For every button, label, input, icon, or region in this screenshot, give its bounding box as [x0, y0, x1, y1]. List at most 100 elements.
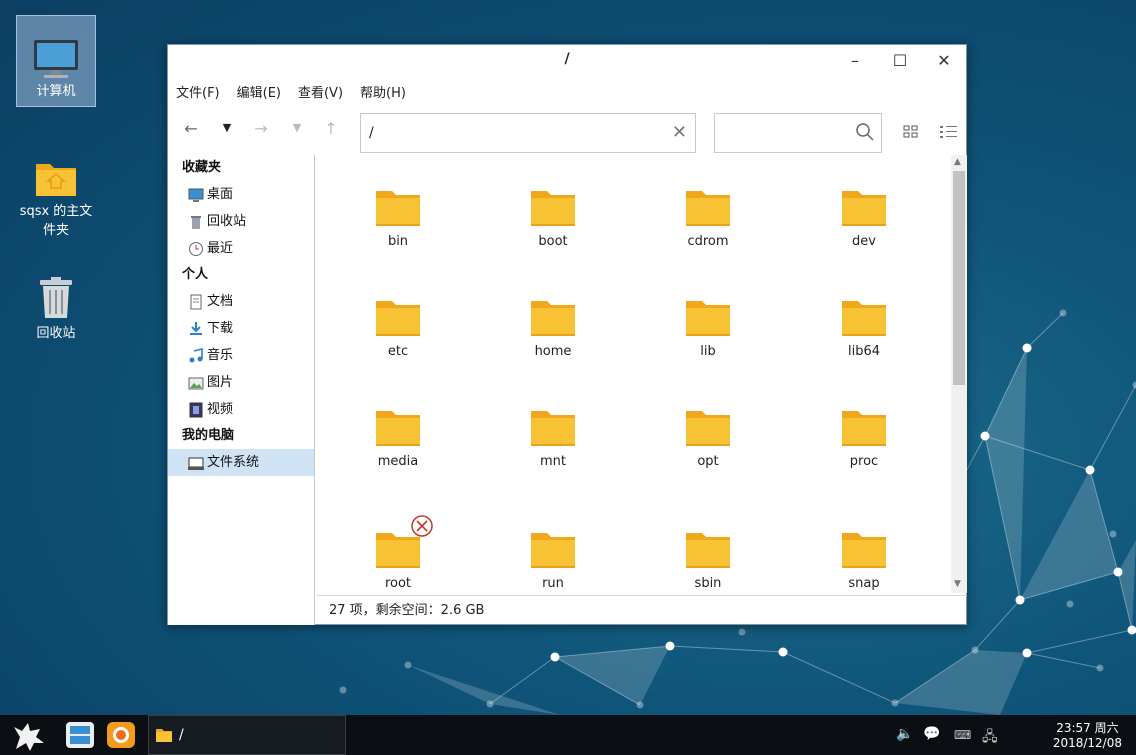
path-text: / — [369, 125, 374, 141]
folder-icon — [842, 533, 886, 568]
start-menu-icon[interactable] — [12, 719, 48, 753]
sidebar-item-label: 下载 — [207, 321, 234, 336]
file-item[interactable]: boot — [493, 188, 613, 249]
file-item[interactable]: lib64 — [804, 298, 924, 359]
file-item[interactable]: home — [493, 298, 613, 359]
history-dropdown-icon[interactable]: ▼ — [216, 121, 238, 134]
menu-file[interactable]: 文件(F) — [176, 82, 220, 101]
video-icon — [189, 402, 203, 417]
file-name: sbin — [694, 576, 722, 591]
desktop-icon-home-folder[interactable]: sqsx 的主文件夹 — [16, 158, 96, 240]
trash-icon — [40, 277, 72, 318]
desktop-icon-trash[interactable]: 回收站 — [16, 276, 96, 343]
folder-icon — [531, 411, 575, 446]
desktop-icon-label: 回收站 — [36, 326, 76, 341]
up-arrow-icon[interactable]: ↑ — [320, 119, 342, 138]
keyboard-icon[interactable]: ⌨ — [954, 728, 971, 742]
scroll-down-icon[interactable]: ▼ — [954, 579, 961, 589]
desktop-icon-computer[interactable]: 计算机 — [16, 15, 96, 107]
list-view-icon[interactable] — [940, 125, 958, 139]
sidebar-item-label: 音乐 — [207, 348, 234, 363]
scrollbar-thumb[interactable] — [953, 171, 965, 385]
sidebar-item[interactable]: 桌面 — [168, 181, 314, 208]
file-name: etc — [387, 344, 409, 359]
forward-dropdown-icon[interactable]: ▼ — [286, 121, 308, 134]
file-name: lib — [700, 344, 716, 359]
home-folder-icon — [36, 164, 76, 196]
file-item[interactable]: dev — [804, 188, 924, 249]
file-name: root — [384, 576, 412, 591]
sidebar-item-label: 回收站 — [207, 214, 247, 229]
sidebar-item[interactable]: 音乐 — [168, 342, 314, 369]
forward-arrow-icon[interactable]: → — [250, 119, 272, 138]
file-item[interactable]: root — [338, 515, 458, 591]
file-name: proc — [849, 454, 879, 469]
file-item[interactable]: mnt — [493, 408, 613, 469]
no-access-icon — [411, 515, 433, 537]
status-bar: 27 项，剩余空间：2.6 GB — [317, 595, 967, 625]
file-item[interactable]: sbin — [648, 530, 768, 591]
back-arrow-icon[interactable]: ← — [180, 119, 202, 138]
file-manager-launcher-icon[interactable] — [65, 721, 95, 749]
folder-icon — [376, 301, 420, 336]
folder-icon — [531, 191, 575, 226]
file-item[interactable]: snap — [804, 530, 924, 591]
path-input[interactable]: / ✕ — [360, 113, 696, 153]
sidebar-section-header: 收藏夹 — [182, 160, 222, 175]
folder-icon — [531, 301, 575, 336]
sidebar-item[interactable]: 回收站 — [168, 208, 314, 235]
vertical-scrollbar[interactable]: ▲ ▼ — [951, 155, 967, 593]
sidebar-item[interactable]: 文件系统 — [168, 449, 314, 476]
clock-time: 23:57 周六 — [1056, 721, 1119, 735]
sidebar-section-header: 我的电脑 — [182, 428, 235, 443]
clear-path-icon[interactable]: ✕ — [672, 122, 687, 143]
folder-icon — [531, 533, 575, 568]
desktop-icon-label: 计算机 — [36, 84, 76, 99]
picture-icon — [188, 377, 204, 389]
menu-bar: 文件(F) 编辑(E) 查看(V) 帮助(H) — [168, 77, 966, 105]
sidebar-item[interactable]: 视频 — [168, 396, 314, 423]
sidebar-section-header: 个人 — [182, 267, 209, 282]
taskbar-window-file-manager[interactable]: / — [148, 715, 346, 755]
file-name: home — [534, 344, 572, 359]
title-bar[interactable]: / – ☐ ✕ — [168, 45, 966, 77]
file-item[interactable]: run — [493, 530, 613, 591]
search-input[interactable] — [714, 113, 882, 153]
sidebar-item-label: 视频 — [207, 402, 234, 417]
wechat-icon[interactable]: 💬 — [923, 726, 940, 742]
folder-icon — [376, 191, 420, 226]
folder-icon — [686, 411, 730, 446]
icon-view-icon[interactable] — [903, 125, 919, 139]
taskbar-window-title: / — [179, 727, 184, 743]
file-manager-window: / – ☐ ✕ 文件(F) 编辑(E) 查看(V) 帮助(H) ← ▼ → ▼ … — [167, 44, 967, 625]
drive-icon — [188, 457, 204, 470]
firefox-launcher-icon[interactable] — [106, 721, 136, 749]
close-button[interactable]: ✕ — [930, 49, 958, 73]
sidebar-item[interactable]: 文档 — [168, 288, 314, 315]
sidebar-item[interactable]: 最近 — [168, 235, 314, 262]
scroll-up-icon[interactable]: ▲ — [954, 157, 961, 167]
file-item[interactable]: etc — [338, 298, 458, 359]
sidebar-item-label: 文件系统 — [207, 455, 260, 470]
menu-edit[interactable]: 编辑(E) — [237, 82, 281, 101]
menu-help[interactable]: 帮助(H) — [360, 82, 406, 101]
clock-icon — [189, 241, 203, 256]
sidebar-item[interactable]: 下载 — [168, 315, 314, 342]
volume-icon[interactable]: 🔈 — [896, 726, 913, 742]
sidebar-item[interactable]: 图片 — [168, 369, 314, 396]
file-item[interactable]: media — [338, 408, 458, 469]
folder-icon — [376, 411, 420, 446]
search-icon[interactable] — [855, 122, 875, 142]
document-icon — [190, 294, 202, 309]
clock[interactable]: 23:57 周六 2018/12/08 — [1053, 721, 1122, 751]
file-item[interactable]: lib — [648, 298, 768, 359]
file-item[interactable]: proc — [804, 408, 924, 469]
taskbar: / 🔈 💬 ⌨ 🖧 23:57 周六 2018/12/08 — [0, 715, 1136, 755]
minimize-button[interactable]: – — [841, 49, 869, 73]
maximize-button[interactable]: ☐ — [886, 49, 914, 73]
file-item[interactable]: opt — [648, 408, 768, 469]
file-item[interactable]: bin — [338, 188, 458, 249]
file-item[interactable]: cdrom — [648, 188, 768, 249]
menu-view[interactable]: 查看(V) — [298, 82, 343, 101]
network-icon[interactable]: 🖧 — [982, 726, 998, 750]
